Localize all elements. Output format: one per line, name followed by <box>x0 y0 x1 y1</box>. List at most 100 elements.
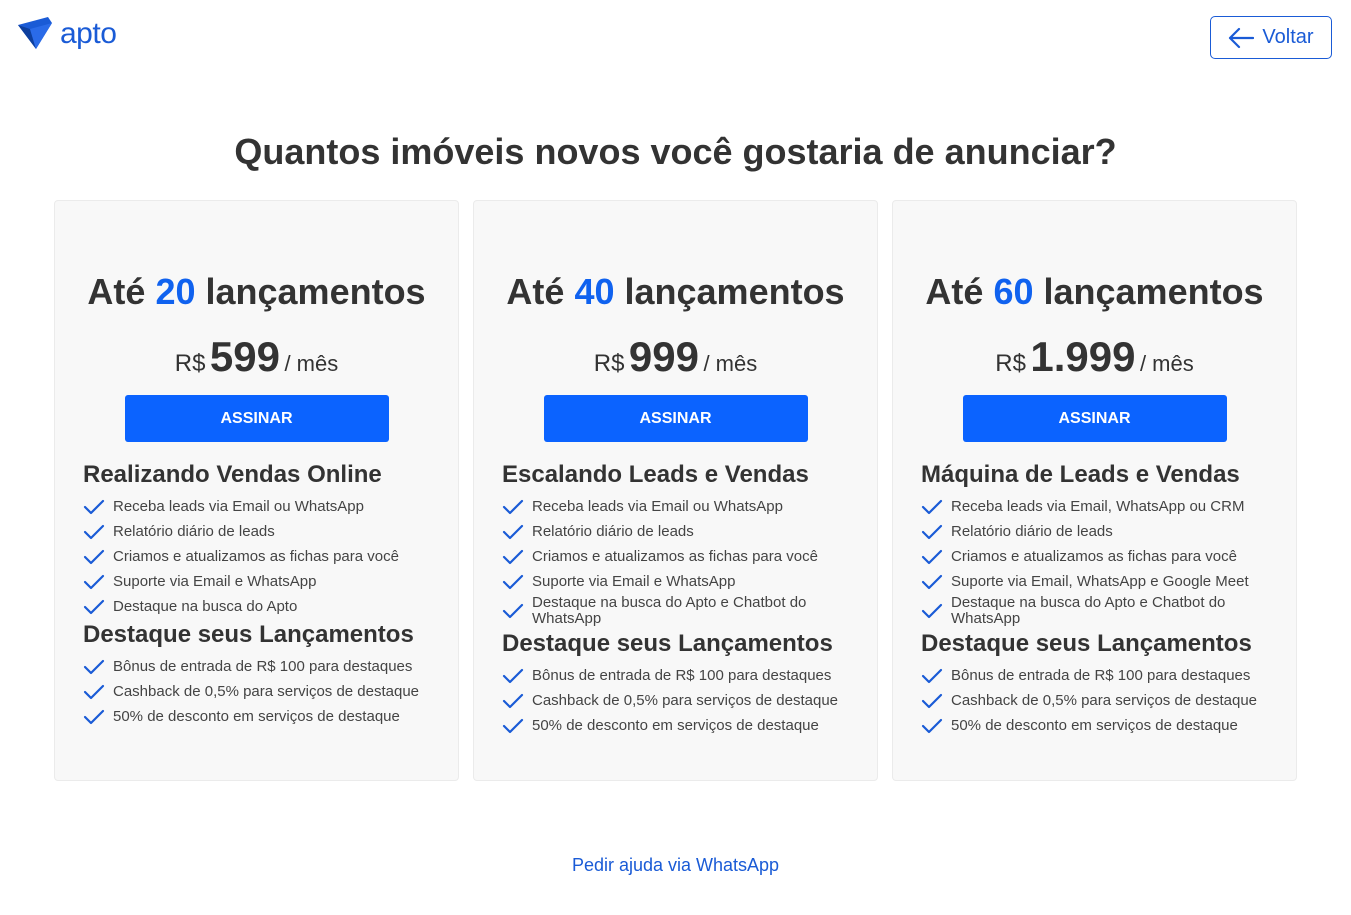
feature-text: Suporte via Email, WhatsApp e Google Mee… <box>951 572 1249 590</box>
feature-item: Receba leads via Email ou WhatsApp <box>83 494 430 519</box>
plan-title: Até 40 lançamentos <box>502 271 849 313</box>
feature-item: Criamos e atualizamos as fichas para voc… <box>921 544 1268 569</box>
whatsapp-help-link[interactable]: Pedir ajuda via WhatsApp <box>572 855 779 875</box>
plan-title-number: 40 <box>574 271 615 312</box>
check-icon <box>83 659 105 674</box>
highlight-section-title: Destaque seus Lançamentos <box>502 630 833 657</box>
feature-item: Relatório diário de leads <box>921 519 1268 544</box>
plan-title-prefix: Até <box>506 271 565 312</box>
plan-title-suffix: lançamentos <box>205 271 426 312</box>
feature-item: Suporte via Email, WhatsApp e Google Mee… <box>921 569 1268 594</box>
highlight-text: Bônus de entrada de R$ 100 para destaque… <box>113 657 413 675</box>
highlight-item: 50% de desconto em serviços de destaque <box>502 713 849 738</box>
check-icon <box>83 684 105 699</box>
feature-text: Receba leads via Email, WhatsApp ou CRM <box>951 497 1245 515</box>
features-list: Receba leads via Email, WhatsApp ou CRM R… <box>921 494 1268 628</box>
plan-cards: Até 20 lançamentos R$ 599 / mês ASSINAR Rea… <box>54 200 1297 781</box>
price-currency: R$ <box>995 350 1026 377</box>
feature-text: Destaque na busca do Apto e Chatbot do W… <box>951 594 1226 627</box>
features-list: Receba leads via Email ou WhatsApp Relató… <box>502 494 849 628</box>
check-icon <box>921 668 943 683</box>
feature-item: Suporte via Email e WhatsApp <box>83 569 430 594</box>
highlight-item: 50% de desconto em serviços de destaque <box>921 713 1268 738</box>
check-icon <box>921 499 943 514</box>
features-section-title: Realizando Vendas Online <box>83 461 382 488</box>
highlight-text: Cashback de 0,5% para serviços de destaq… <box>113 682 420 700</box>
check-icon <box>921 693 943 708</box>
feature-text: Criamos e atualizamos as fichas para voc… <box>532 547 818 565</box>
feature-item: Receba leads via Email ou WhatsApp <box>502 494 849 519</box>
price-period: / mês <box>284 351 339 376</box>
price-period: / mês <box>1139 351 1194 376</box>
subscribe-button[interactable]: ASSINAR <box>124 395 389 442</box>
check-icon <box>83 499 105 514</box>
highlight-text: 50% de desconto em serviços de destaque <box>113 707 400 725</box>
plan-title-suffix: lançamentos <box>624 271 845 312</box>
check-icon <box>921 574 943 589</box>
highlight-text: Cashback de 0,5% para serviços de destaq… <box>951 691 1258 709</box>
check-icon <box>83 599 105 614</box>
page-title: Quantos imóveis novos você gostaria de a… <box>234 131 1117 172</box>
check-icon <box>502 668 524 683</box>
plan-card-60: Até 60 lançamentos R$ 1.999 / mês ASSINAR M… <box>892 200 1297 781</box>
feature-text: Suporte via Email e WhatsApp <box>113 572 317 590</box>
plan-card-20: Até 20 lançamentos R$ 599 / mês ASSINAR Rea… <box>54 200 459 781</box>
feature-text: Relatório diário de leads <box>532 522 694 540</box>
feature-text: Relatório diário de leads <box>951 522 1113 540</box>
check-icon <box>83 709 105 724</box>
check-icon <box>83 574 105 589</box>
highlight-list: Bônus de entrada de R$ 100 para destaque… <box>502 663 849 738</box>
highlight-item: Cashback de 0,5% para serviços de destaq… <box>83 679 430 704</box>
highlight-item: Cashback de 0,5% para serviços de destaq… <box>502 688 849 713</box>
feature-item: Relatório diário de leads <box>502 519 849 544</box>
feature-text: Receba leads via Email ou WhatsApp <box>532 497 783 515</box>
arrow-left-icon <box>1229 27 1255 48</box>
check-icon <box>921 549 943 564</box>
plan-title-number: 60 <box>993 271 1034 312</box>
feature-item: Receba leads via Email, WhatsApp ou CRM <box>921 494 1268 519</box>
features-section-title: Máquina de Leads e Vendas <box>921 461 1240 488</box>
check-icon <box>921 718 943 733</box>
apto-logo[interactable]: apto <box>18 17 117 51</box>
check-icon <box>502 718 524 733</box>
back-button[interactable]: Voltar <box>1210 16 1332 59</box>
check-icon <box>502 574 524 589</box>
highlight-section-title: Destaque seus Lançamentos <box>921 630 1252 657</box>
check-icon <box>921 524 943 539</box>
feature-item: Destaque na busca do Apto e Chatbot do W… <box>921 594 1268 628</box>
highlight-item: Bônus de entrada de R$ 100 para destaque… <box>921 663 1268 688</box>
feature-text: Criamos e atualizamos as fichas para voc… <box>113 547 399 565</box>
check-icon <box>502 549 524 564</box>
subscribe-button[interactable]: ASSINAR <box>962 395 1227 442</box>
features-list: Receba leads via Email ou WhatsApp Relató… <box>83 494 430 619</box>
back-button-label: Voltar <box>1262 26 1314 48</box>
plan-title-prefix: Até <box>87 271 146 312</box>
feature-text: Relatório diário de leads <box>113 522 275 540</box>
check-icon <box>921 603 943 619</box>
check-icon <box>83 524 105 539</box>
header: apto Voltar <box>0 0 1351 80</box>
plan-price: R$ 999 / mês <box>502 333 849 380</box>
highlight-item: Bônus de entrada de R$ 100 para destaque… <box>83 654 430 679</box>
plan-title-prefix: Até <box>925 271 984 312</box>
plan-title: Até 60 lançamentos <box>921 271 1268 313</box>
feature-item: Destaque na busca do Apto <box>83 594 430 619</box>
feature-text: Destaque na busca do Apto e Chatbot do W… <box>532 594 807 627</box>
feature-item: Criamos e atualizamos as fichas para voc… <box>83 544 430 569</box>
subscribe-button[interactable]: ASSINAR <box>543 395 808 442</box>
highlight-list: Bônus de entrada de R$ 100 para destaque… <box>921 663 1268 738</box>
highlight-item: Bônus de entrada de R$ 100 para destaque… <box>502 663 849 688</box>
price-amount: 1.999 <box>1030 333 1136 380</box>
price-amount: 599 <box>209 333 280 380</box>
check-icon <box>502 524 524 539</box>
plan-title: Até 20 lançamentos <box>83 271 430 313</box>
feature-text: Destaque na busca do Apto <box>113 597 298 615</box>
logo-text: apto <box>60 17 117 50</box>
highlight-section-title: Destaque seus Lançamentos <box>83 621 414 648</box>
feature-item: Criamos e atualizamos as fichas para voc… <box>502 544 849 569</box>
highlight-text: Bônus de entrada de R$ 100 para destaque… <box>532 666 832 684</box>
feature-text: Suporte via Email e WhatsApp <box>532 572 736 590</box>
plan-title-suffix: lançamentos <box>1043 271 1264 312</box>
price-amount: 999 <box>628 333 699 380</box>
feature-text: Receba leads via Email ou WhatsApp <box>113 497 364 515</box>
